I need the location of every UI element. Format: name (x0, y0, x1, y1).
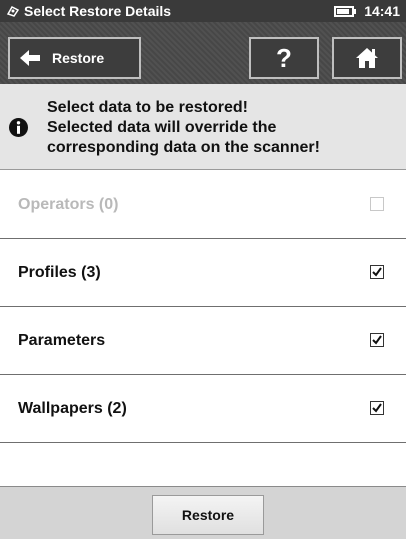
list-item-wallpapers[interactable]: Wallpapers (2) (0, 375, 406, 443)
toolbar: Restore ? (0, 22, 406, 84)
info-icon (9, 118, 28, 137)
back-button-label: Restore (52, 50, 105, 66)
info-message: Select data to be restored! Selected dat… (47, 98, 320, 158)
footer-bar: Restore (0, 486, 406, 539)
checkmark-icon (372, 335, 382, 345)
back-button[interactable]: Restore (8, 37, 141, 79)
restore-options-list: Operators (0) Profiles (3) Parameters Wa… (0, 171, 406, 443)
help-button-label: ? (276, 42, 292, 73)
list-item-label: Operators (0) (18, 195, 119, 213)
info-panel: Select data to be restored! Selected dat… (0, 84, 406, 170)
arrow-left-icon (20, 50, 40, 66)
restore-button-label: Restore (181, 507, 235, 523)
battery-icon (334, 5, 357, 17)
list-item-label: Parameters (18, 331, 106, 349)
checkmark-icon (372, 267, 382, 277)
window-title: Select Restore Details (24, 3, 172, 19)
info-line: Selected data will override the (47, 119, 277, 136)
list-item-label: Wallpapers (2) (18, 399, 127, 417)
help-button[interactable]: ? (249, 37, 319, 79)
list-item-profiles[interactable]: Profiles (3) (0, 239, 406, 307)
wallpapers-checkbox[interactable] (370, 401, 384, 415)
restore-button[interactable]: Restore (152, 495, 264, 535)
checkmark-icon (372, 403, 382, 413)
scanner-app-icon (6, 6, 20, 17)
info-line: corresponding data on the scanner! (47, 139, 320, 156)
list-item-operators: Operators (0) (0, 171, 406, 239)
home-button[interactable] (332, 37, 402, 79)
status-bar: Select Restore Details 14:41 (0, 0, 406, 22)
clock: 14:41 (364, 3, 400, 19)
list-item-parameters[interactable]: Parameters (0, 307, 406, 375)
profiles-checkbox[interactable] (370, 265, 384, 279)
info-line: Select data to be restored! (47, 99, 248, 116)
home-icon (356, 48, 378, 68)
parameters-checkbox[interactable] (370, 333, 384, 347)
operators-checkbox (370, 197, 384, 211)
list-item-label: Profiles (3) (18, 263, 101, 281)
